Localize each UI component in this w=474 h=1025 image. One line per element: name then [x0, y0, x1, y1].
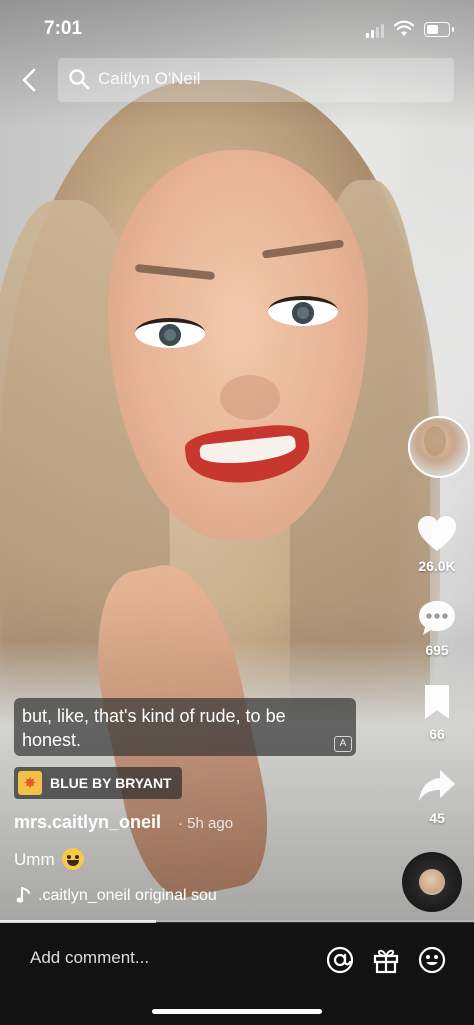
music-note-icon: [16, 887, 30, 903]
status-time: 7:01: [44, 18, 83, 39]
sound-disc[interactable]: [402, 852, 462, 912]
share-button[interactable]: 45: [408, 766, 466, 826]
wifi-icon: [394, 20, 414, 36]
save-count: 66: [429, 726, 445, 742]
cellular-signal-icon: [366, 24, 386, 38]
at-sign-icon[interactable]: [325, 945, 355, 975]
translate-icon[interactable]: A: [334, 736, 352, 752]
comment-count: 695: [425, 642, 449, 658]
heart-icon: [418, 516, 456, 551]
effect-tag[interactable]: ✸ BLUE BY BRYANT: [14, 767, 182, 799]
smiley-icon[interactable]: [417, 945, 447, 975]
auto-caption: but, like, that's kind of rude, to be ho…: [14, 698, 356, 756]
speech-bubble-icon: [419, 601, 455, 635]
search-bar[interactable]: Caitlyn O'Neil: [58, 58, 454, 102]
share-arrow-icon: [419, 770, 455, 801]
creator-username[interactable]: mrs.caitlyn_oneil: [14, 812, 161, 833]
share-count: 45: [429, 810, 445, 826]
sound-link[interactable]: .caitlyn_oneil original sou: [14, 886, 374, 908]
caption-text: but, like, that's kind of rude, to be ho…: [22, 706, 286, 750]
like-button[interactable]: 26.0K: [408, 514, 466, 574]
post-description: Umm: [14, 850, 55, 869]
sound-title: .caitlyn_oneil original sou: [38, 887, 217, 904]
search-icon: [69, 69, 90, 90]
add-comment-input[interactable]: Add comment...: [30, 948, 149, 968]
creator-avatar[interactable]: [408, 416, 470, 478]
comment-button[interactable]: 695: [408, 598, 466, 658]
save-button[interactable]: 66: [408, 682, 466, 742]
grimacing-emoji-icon: [62, 848, 84, 870]
status-bar: 7:01: [0, 0, 474, 58]
back-chevron-icon[interactable]: [16, 66, 44, 94]
bookmark-icon: [425, 685, 449, 719]
post-age: · 5h ago: [178, 815, 234, 832]
search-query: Caitlyn O'Neil: [98, 69, 201, 88]
battery-icon: [424, 22, 454, 37]
tiktok-video-screen: 7:01 Caitlyn O'Neil 26.0K 695 66 45 but,…: [0, 0, 474, 1025]
comment-bar: Add comment...: [0, 923, 474, 1025]
like-count: 26.0K: [418, 558, 456, 574]
sparkle-effect-icon: ✸: [18, 771, 42, 795]
effect-label: BLUE BY BRYANT: [50, 775, 172, 791]
sound-disc-thumbnail: [419, 869, 445, 895]
home-indicator: [152, 1009, 322, 1014]
gift-icon[interactable]: [371, 945, 401, 975]
